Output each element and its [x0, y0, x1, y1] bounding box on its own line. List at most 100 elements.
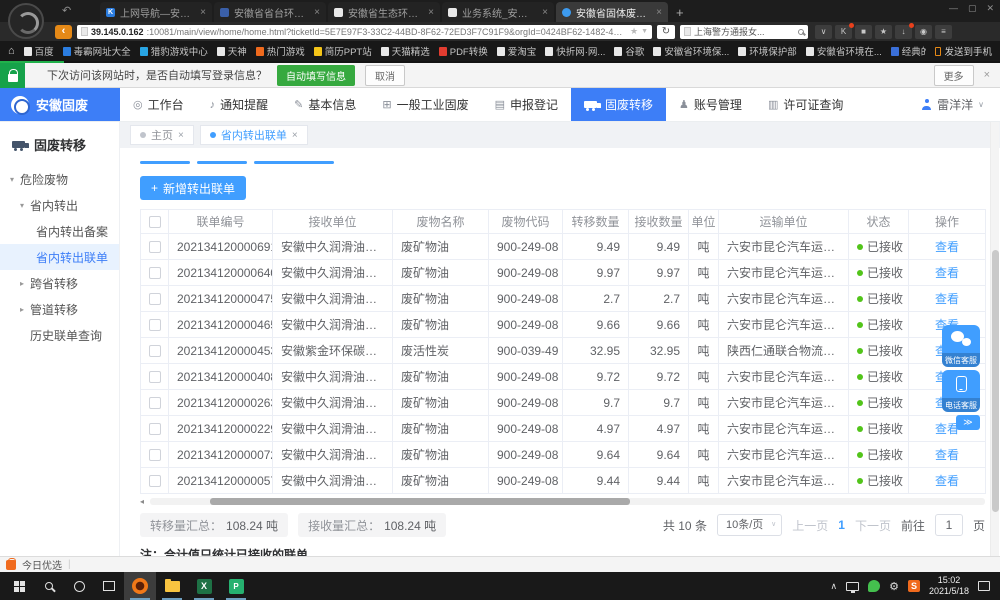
select-all-checkbox[interactable] [149, 216, 161, 228]
settings-tray-icon[interactable]: ⚙ [889, 580, 899, 593]
tab-close-icon[interactable]: × [542, 7, 548, 18]
row-checkbox[interactable] [149, 319, 161, 331]
bookmark-star-icon[interactable]: ★ [630, 26, 638, 37]
bookmark-item[interactable]: 快折网·网... [545, 44, 605, 58]
bookmark-item[interactable]: 安徽省环境在... [806, 44, 882, 58]
daily-picks-label[interactable]: 今日优选 [22, 557, 62, 572]
scrollbar-thumb[interactable] [992, 250, 999, 512]
vertical-scrollbar[interactable] [990, 122, 999, 556]
table-row[interactable]: 2021341200000577安徽中久润滑油有限公司废矿物油900-249-0… [141, 468, 986, 494]
prev-page-button[interactable]: 上一页 [792, 517, 828, 534]
cheetah-browser-logo-icon[interactable] [8, 3, 44, 39]
minimize-icon[interactable]: — [949, 3, 958, 14]
browser-tab[interactable]: 安徽省固体废物管理× [556, 2, 668, 22]
tab-close-icon[interactable]: × [428, 7, 434, 18]
sidebar-item[interactable]: 历史联单查询 [0, 322, 119, 348]
tab-close-icon[interactable]: × [292, 130, 298, 141]
bookmark-item[interactable]: PDF转换 [439, 44, 488, 58]
tab-close-icon[interactable]: × [200, 7, 206, 18]
search-input[interactable]: 上海警方通报女... [680, 25, 808, 39]
row-checkbox[interactable] [149, 397, 161, 409]
lock-icon[interactable]: ■ [855, 25, 872, 39]
browser-tab[interactable]: 安徽省省台环境厅_...× [214, 2, 326, 22]
view-link[interactable]: 查看 [935, 292, 959, 306]
row-checkbox[interactable] [149, 267, 161, 279]
table-row[interactable]: 2021341200002632安徽中久润滑油有限公司废矿物油900-249-0… [141, 390, 986, 416]
nav-item-basic-info[interactable]: ✎基本信息 [281, 88, 369, 121]
row-checkbox[interactable] [149, 475, 161, 487]
maximize-icon[interactable]: ▢ [968, 3, 977, 14]
tab-close-icon[interactable]: × [178, 130, 184, 141]
refresh-button[interactable]: ↻ [657, 25, 675, 39]
table-row[interactable]: 2021341200004656安徽中久润滑油有限公司废矿物油900-249-0… [141, 312, 986, 338]
wechat-service-button[interactable]: 微信客服 [942, 325, 980, 367]
bookmark-item[interactable]: 毒霸网址大全 [63, 44, 131, 58]
taskbar-pdf-icon[interactable]: P [220, 572, 252, 600]
browser-tab[interactable]: K上网导航—安全快捷...× [100, 2, 212, 22]
action-center-icon[interactable] [978, 581, 990, 591]
sidebar-item[interactable]: ▾危险废物 [0, 166, 119, 192]
back-button[interactable]: ‹ [55, 25, 72, 39]
next-page-button[interactable]: 下一页 [855, 517, 891, 534]
url-field[interactable]: 39.145.0.162 :10081/main/view/home/home.… [77, 25, 652, 39]
user-menu[interactable]: 雷洋洋 ∨ [921, 88, 1000, 121]
send-to-phone-button[interactable]: 发送到手机 [935, 44, 992, 58]
row-checkbox[interactable] [149, 293, 161, 305]
bookmark-item[interactable]: 安徽省环境保... [653, 44, 729, 58]
favorites-icon[interactable]: ★ [875, 25, 892, 39]
dropdown-icon[interactable]: ∨ [815, 25, 832, 39]
taskbar-search-icon[interactable] [34, 572, 64, 600]
current-page-button[interactable]: 1 [838, 518, 845, 532]
bookmark-item[interactable]: 热门游戏 [256, 44, 305, 58]
taskbar-excel-icon[interactable]: X [188, 572, 220, 600]
view-link[interactable]: 查看 [935, 240, 959, 254]
scroll-left-icon[interactable]: ◂ [140, 498, 144, 506]
add-manifest-button[interactable]: + 新增转出联单 [140, 176, 246, 200]
bookmark-item[interactable]: 百度 [24, 44, 54, 58]
nav-item-license[interactable]: ▥许可证查询 [755, 88, 856, 121]
undo-arrow-icon[interactable]: ↶ [62, 4, 71, 17]
bookmark-item[interactable]: 爱淘宝 [497, 44, 537, 58]
page-tab-home[interactable]: 主页 × [130, 125, 194, 145]
autofill-cancel-button[interactable]: 取消 [365, 65, 405, 86]
browser-tab[interactable]: 安徽省生态环境厅× [328, 2, 440, 22]
bookmark-item[interactable]: 天神 [217, 44, 247, 58]
nav-item-notification[interactable]: ♪通知提醒 [197, 88, 282, 121]
table-row[interactable]: 2021341200004531安徽紫金环保碳业有限公司废活性炭900-039-… [141, 338, 986, 364]
nav-item-declaration[interactable]: ▤申报登记 [482, 88, 571, 121]
taskbar-file-explorer-icon[interactable] [156, 572, 188, 600]
start-button[interactable] [4, 572, 34, 600]
collapse-chevron-button[interactable]: ≫ [956, 415, 980, 430]
bookmark-item[interactable]: 经典的企业... [891, 44, 927, 58]
row-checkbox[interactable] [149, 241, 161, 253]
taskbar-browser-icon[interactable] [124, 572, 156, 600]
browser-tab[interactable]: 业务系统_安徽省生...× [442, 2, 554, 22]
view-link[interactable]: 查看 [935, 474, 959, 488]
autofill-confirm-button[interactable]: 自动填写信息 [277, 65, 355, 86]
url-dropdown-icon[interactable]: ▼ [641, 28, 648, 35]
scrollbar-thumb[interactable] [210, 498, 630, 505]
row-checkbox[interactable] [149, 449, 161, 461]
task-view-icon[interactable] [94, 572, 124, 600]
sidebar-item[interactable]: ▸管道转移 [0, 296, 119, 322]
table-row[interactable]: 2021341200006402安徽中久润滑油有限公司废矿物油900-249-0… [141, 260, 986, 286]
table-row[interactable]: 2021341200004750安徽中久润滑油有限公司废矿物油900-249-0… [141, 286, 986, 312]
notification-close-icon[interactable]: × [984, 69, 990, 81]
row-checkbox[interactable] [149, 423, 161, 435]
nav-item-waste-transfer[interactable]: 固废转移 [571, 88, 666, 121]
cortana-icon[interactable] [64, 572, 94, 600]
home-icon[interactable]: ⌂ [8, 45, 15, 57]
goto-page-input[interactable] [935, 514, 963, 536]
table-row[interactable]: 2021341200000728安徽中久润滑油有限公司废矿物油900-249-0… [141, 442, 986, 468]
tab-close-icon[interactable]: × [656, 7, 662, 18]
table-row[interactable]: 2021341200004084安徽中久润滑油有限公司废矿物油900-249-0… [141, 364, 986, 390]
sidebar-item[interactable]: 省内转出备案 [0, 218, 119, 244]
sogou-tray-icon[interactable]: S [908, 580, 920, 592]
sidebar-item[interactable]: 省内转出联单 [0, 244, 119, 270]
nav-item-workbench[interactable]: ◎工作台 [120, 88, 197, 121]
table-row[interactable]: 2021341200002291安徽中久润滑油有限公司废矿物油900-249-0… [141, 416, 986, 442]
sidebar-item[interactable]: ▾省内转出 [0, 192, 119, 218]
nav-item-account[interactable]: ♟账号管理 [666, 88, 755, 121]
horizontal-scrollbar[interactable]: ◂ [140, 498, 985, 506]
phone-service-button[interactable]: 电话客服 [942, 370, 980, 412]
